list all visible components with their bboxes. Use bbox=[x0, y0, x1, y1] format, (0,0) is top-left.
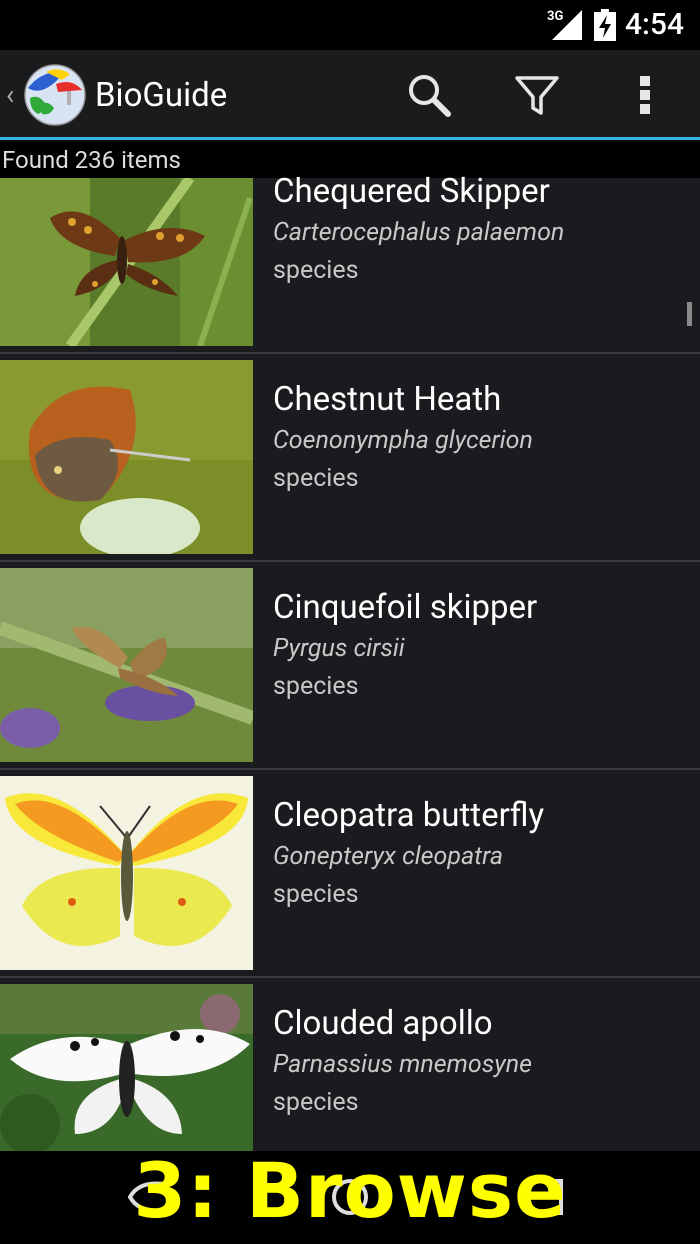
overflow-menu-icon[interactable] bbox=[620, 70, 670, 120]
item-latin-name: Coenonympha glycerion bbox=[273, 426, 533, 455]
status-bar: 3G 4:54 bbox=[0, 0, 700, 50]
butterfly-thumbnail bbox=[0, 360, 253, 554]
item-rank: species bbox=[273, 672, 359, 701]
results-count: Found 236 items bbox=[2, 146, 181, 174]
item-latin-name: Gonepteryx cleopatra bbox=[273, 842, 504, 871]
signal-icon bbox=[552, 10, 582, 40]
item-common-name: Chestnut Heath bbox=[273, 380, 502, 419]
battery-charging-icon bbox=[594, 9, 616, 41]
chevron-left-icon: ‹ bbox=[6, 78, 15, 111]
list-item[interactable]: Clouded apollo Parnassius mnemosyne spec… bbox=[0, 978, 700, 1151]
action-bar: ‹ BioGuide bbox=[0, 50, 700, 140]
item-latin-name: Parnassius mnemosyne bbox=[273, 1050, 532, 1079]
app-title: BioGuide bbox=[95, 76, 228, 115]
butterfly-thumbnail bbox=[0, 776, 253, 970]
search-icon[interactable] bbox=[404, 70, 454, 120]
item-latin-name: Carterocephalus palaemon bbox=[273, 218, 565, 247]
butterfly-thumbnail bbox=[0, 984, 253, 1151]
item-common-name: Clouded apollo bbox=[273, 1004, 493, 1043]
up-button[interactable]: ‹ bbox=[0, 50, 90, 137]
item-common-name: Chequered Skipper bbox=[273, 172, 550, 211]
app-logo-icon bbox=[24, 64, 86, 126]
item-rank: species bbox=[273, 880, 359, 909]
list-item[interactable]: Chequered Skipper Carterocephalus palaem… bbox=[0, 172, 700, 352]
list-item[interactable]: Cinquefoil skipper Pyrgus cirsii species bbox=[0, 562, 700, 768]
item-rank: species bbox=[273, 1088, 359, 1117]
overlay-caption: 3: Browse bbox=[133, 1146, 567, 1235]
item-latin-name: Pyrgus cirsii bbox=[273, 634, 405, 663]
status-time: 4:54 bbox=[624, 7, 684, 42]
butterfly-thumbnail bbox=[0, 178, 253, 346]
filter-icon[interactable] bbox=[512, 70, 562, 120]
list-scrollbar[interactable] bbox=[687, 302, 692, 326]
item-rank: species bbox=[273, 464, 359, 493]
item-common-name: Cinquefoil skipper bbox=[273, 588, 538, 627]
item-common-name: Cleopatra butterfly bbox=[273, 796, 545, 835]
item-rank: species bbox=[273, 256, 359, 285]
list-item[interactable]: Cleopatra butterfly Gonepteryx cleopatra… bbox=[0, 770, 700, 976]
list-item[interactable]: Chestnut Heath Coenonympha glycerion spe… bbox=[0, 354, 700, 560]
butterfly-thumbnail bbox=[0, 568, 253, 762]
